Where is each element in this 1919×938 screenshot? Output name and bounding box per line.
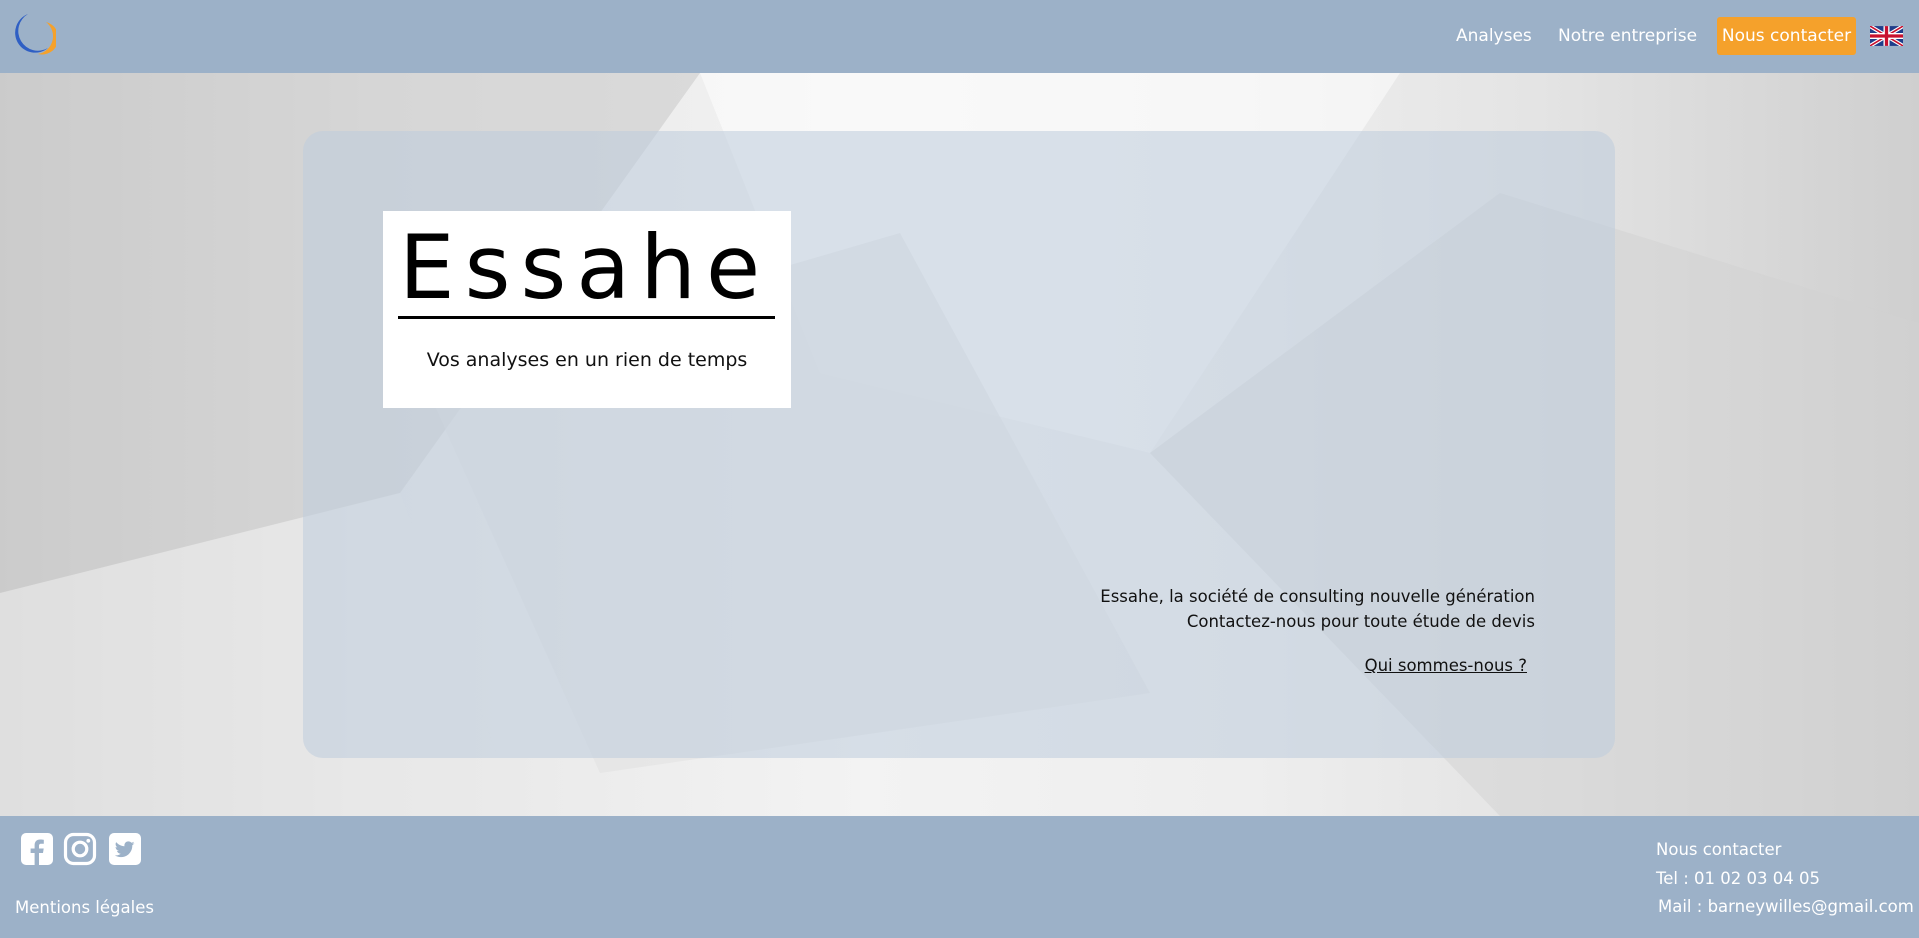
footer: Mentions légales Nous contacter Tel : 01… — [0, 816, 1919, 938]
brand-logo-box: Essahe Vos analyses en un rien de temps — [383, 211, 791, 408]
about-link[interactable]: Qui sommes-nous ? — [1365, 656, 1527, 675]
brand-tagline: Vos analyses en un rien de temps — [426, 349, 748, 371]
intro-line-1: Essahe, la société de consulting nouvell… — [1100, 587, 1535, 606]
hero-card: Essahe Vos analyses en un rien de temps … — [303, 131, 1615, 758]
facebook-icon[interactable] — [20, 832, 54, 866]
nav-analyses-link[interactable]: Analyses — [1456, 26, 1532, 46]
brand-underline — [398, 316, 775, 319]
instagram-icon[interactable] — [63, 832, 97, 866]
intro-text: Essahe, la société de consulting nouvell… — [1100, 584, 1535, 634]
intro-line-2: Contactez-nous pour toute étude de devis — [1186, 612, 1535, 631]
crescent-logo-icon[interactable] — [8, 10, 56, 58]
twitter-icon[interactable] — [108, 832, 142, 866]
uk-flag-icon[interactable] — [1870, 26, 1903, 46]
nav-contact-button[interactable]: Nous contacter — [1717, 17, 1856, 55]
footer-phone: Tel : 01 02 03 04 05 — [1656, 868, 1821, 888]
footer-contact-title: Nous contacter — [1656, 840, 1782, 859]
brand-title: Essahe — [399, 225, 771, 311]
footer-contact-block: Nous contacter Tel : 01 02 03 04 05 Mail… — [1656, 836, 1914, 922]
top-navbar: Analyses Notre entreprise Nous contacter — [0, 0, 1919, 73]
footer-mail: Mail : barneywilles@gmail.com — [1658, 897, 1914, 916]
legal-notice-link[interactable]: Mentions légales — [15, 898, 154, 917]
nav-entreprise-link[interactable]: Notre entreprise — [1558, 26, 1697, 46]
